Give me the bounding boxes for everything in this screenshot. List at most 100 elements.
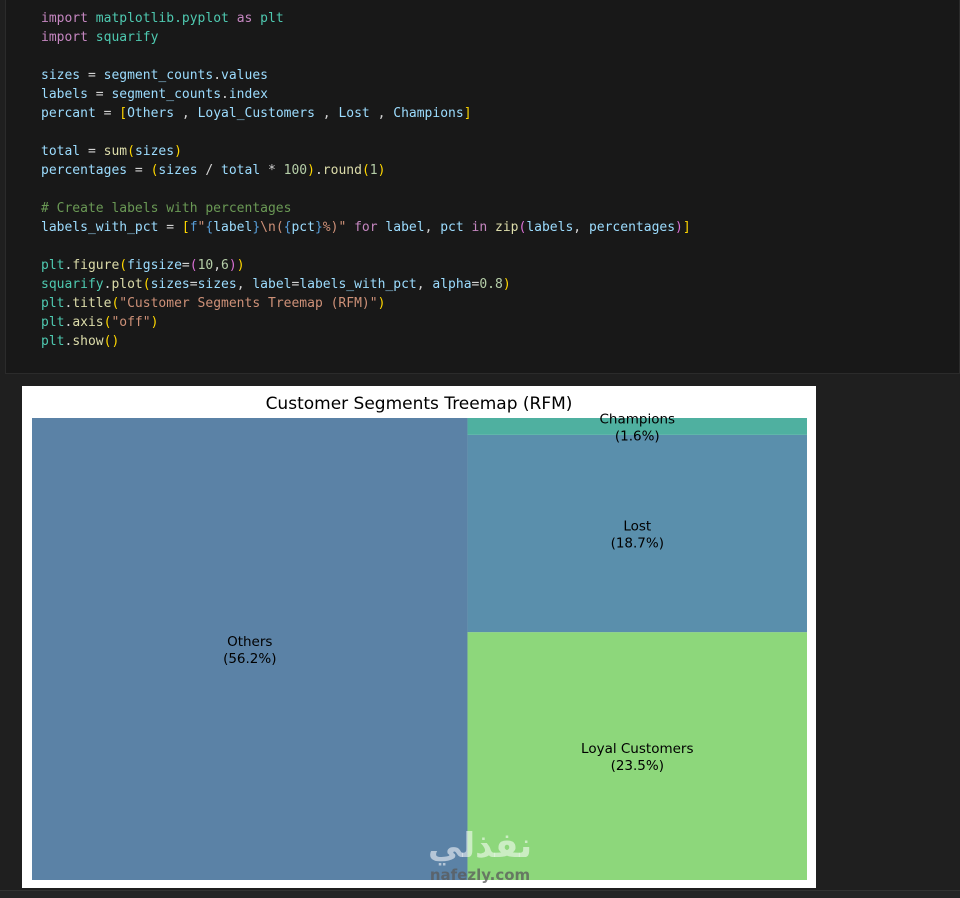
code-token: ] (682, 220, 691, 235)
code-token: , (213, 258, 222, 273)
code-token: . (213, 68, 222, 83)
code-token: labels_with_pct (299, 277, 417, 292)
code-token: label (385, 220, 425, 235)
code-token: import (41, 30, 88, 45)
code-token: labels (526, 220, 574, 235)
code-token: , (416, 277, 433, 292)
code-editor[interactable]: import matplotlib.pyplot as plt import sq… (41, 9, 691, 351)
treemap-label-lost: Lost (623, 519, 651, 535)
watermark-logo-text: نفذلي (427, 826, 533, 866)
code-token: = (189, 277, 198, 292)
code-token: = (127, 163, 151, 178)
code-token: , (369, 106, 394, 121)
code-token: # Create labels with percentages (41, 201, 292, 216)
code-line: plt.axis("off") (41, 313, 691, 332)
cell-output: Customer Segments Treemap (RFM) Others (5… (22, 386, 816, 888)
code-token: , (424, 220, 441, 235)
code-token: figure (72, 258, 120, 273)
code-token: Lost (338, 106, 370, 121)
code-token: ) (502, 277, 511, 292)
code-token: / (197, 163, 222, 178)
code-token: values (221, 68, 268, 83)
code-token: alpha (432, 277, 472, 292)
code-token: f (189, 220, 198, 235)
code-line: labels = segment_counts.index (41, 85, 691, 104)
code-token: . (314, 163, 323, 178)
code-token: , (236, 277, 253, 292)
code-token: in (471, 220, 488, 235)
code-token: sizes (158, 163, 198, 178)
code-token: ) (675, 220, 683, 235)
code-line: plt.show() (41, 332, 691, 351)
code-token: 0.8 (479, 277, 503, 292)
treemap-pct-loyal-customers: (23.5%) (611, 758, 664, 774)
treemap-label-champions: Champions (599, 411, 675, 427)
code-line: percentages = (sizes / total * 100).roun… (41, 161, 691, 180)
code-token: = (158, 220, 182, 235)
code-token: ) (228, 258, 237, 273)
code-token: for (354, 220, 378, 235)
code-line: labels_with_pct = [f"{label}\n({pct}%)" … (41, 218, 691, 237)
code-token: 100 (283, 163, 308, 178)
code-token: 10 (197, 258, 214, 273)
code-token: plt (41, 296, 65, 311)
code-token: percant (41, 106, 96, 121)
watermark: نفذلي nafezly.com (418, 826, 542, 896)
code-token: %)" (322, 220, 347, 235)
code-cell[interactable]: import matplotlib.pyplot as plt import sq… (5, 0, 960, 374)
code-token: plt (41, 334, 65, 349)
code-token: label (213, 220, 253, 235)
code-token: percentages (588, 220, 676, 235)
code-token: sizes (150, 277, 190, 292)
code-token: , (174, 106, 198, 121)
code-token: ) (174, 144, 182, 159)
code-token: sizes (41, 68, 81, 83)
code-token: sizes (197, 277, 237, 292)
code-token: [ (119, 106, 128, 121)
code-token: "Customer Segments Treemap (RFM)" (119, 296, 378, 311)
treemap-tile-others: Others(56.2%) (32, 418, 468, 880)
code-token: 6 (221, 258, 229, 273)
code-token: } (252, 220, 261, 235)
code-token: Champions (393, 106, 464, 121)
code-token: , (573, 220, 589, 235)
code-token: plot (111, 277, 143, 292)
code-line: import matplotlib.pyplot as plt (41, 9, 691, 28)
code-line: sizes = segment_counts.values (41, 66, 691, 85)
code-token: figsize (127, 258, 182, 273)
treemap-label-others: Others (227, 634, 272, 650)
code-token: plt (260, 11, 284, 26)
code-token: ) (377, 163, 386, 178)
code-token: matplotlib.pyplot (95, 11, 229, 26)
code-token: index (228, 87, 268, 102)
code-token: = (95, 106, 120, 121)
code-token: total (41, 144, 81, 159)
code-token: as (236, 11, 253, 26)
code-token: axis (72, 315, 104, 330)
code-token: = (87, 87, 112, 102)
code-token: plt (41, 258, 65, 273)
code-token: ( (119, 258, 128, 273)
code-token: labels_with_pct (41, 220, 159, 235)
code-line: plt.title("Customer Segments Treemap (RF… (41, 294, 691, 313)
code-token: = (80, 68, 104, 83)
code-token: } (314, 220, 323, 235)
code-token: ( (189, 258, 198, 273)
code-line: # Create labels with percentages (41, 199, 691, 218)
code-token: total (221, 163, 261, 178)
code-token: segment_counts (111, 87, 222, 102)
code-token: Others (127, 106, 175, 121)
code-token: plt (41, 315, 65, 330)
code-token: label (252, 277, 292, 292)
code-token: import (41, 11, 88, 26)
code-token: pct (440, 220, 464, 235)
code-token: labels (41, 87, 88, 102)
